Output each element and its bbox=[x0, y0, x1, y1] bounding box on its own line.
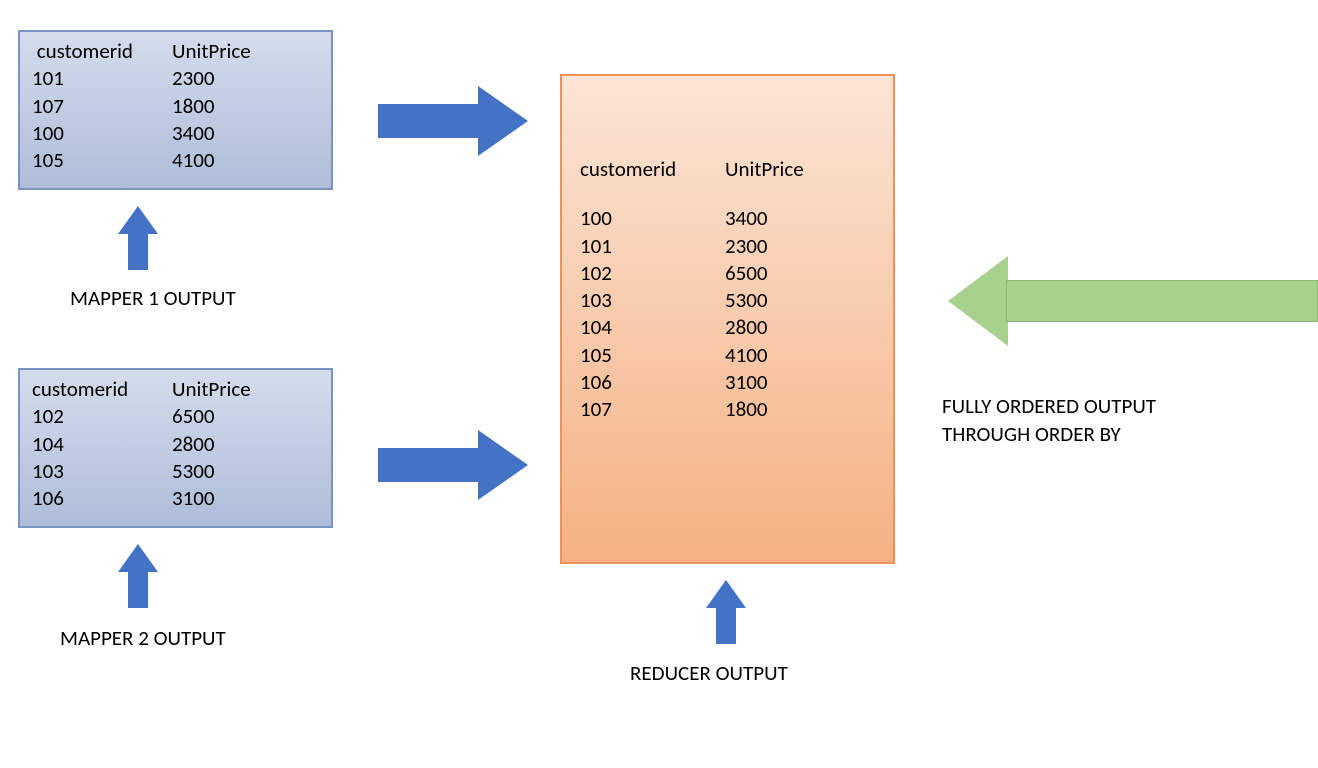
table-cell: 107 bbox=[32, 93, 172, 120]
table-cell: 5300 bbox=[172, 458, 272, 485]
table-cell: 103 bbox=[32, 458, 172, 485]
table-cell: 4100 bbox=[172, 147, 272, 174]
reducer-col1-header: customerid bbox=[580, 156, 725, 183]
mapper1-col2-header: UnitPrice bbox=[172, 38, 272, 65]
reducer-table: customerid UnitPrice 1003400 1012300 102… bbox=[580, 156, 875, 424]
table-cell: 101 bbox=[32, 65, 172, 92]
arrow-up-icon bbox=[706, 580, 746, 644]
table-cell: 6500 bbox=[725, 260, 825, 287]
annotation-text: FULLY ORDERED OUTPUT THROUGH ORDER BY bbox=[942, 392, 1156, 449]
table-cell: 1800 bbox=[172, 93, 272, 120]
table-cell: 3100 bbox=[725, 369, 825, 396]
arrow-up-icon bbox=[118, 544, 158, 608]
table-cell: 1800 bbox=[725, 396, 825, 423]
table-cell: 107 bbox=[580, 396, 725, 423]
annotation-line2: THROUGH ORDER BY bbox=[942, 420, 1156, 448]
table-cell: 104 bbox=[32, 431, 172, 458]
table-cell: 100 bbox=[580, 205, 725, 232]
table-cell: 3400 bbox=[725, 205, 825, 232]
mapper2-label: MAPPER 2 OUTPUT bbox=[60, 625, 226, 651]
table-cell: 5300 bbox=[725, 287, 825, 314]
table-cell: 102 bbox=[580, 260, 725, 287]
table-cell: 103 bbox=[580, 287, 725, 314]
table-cell: 2800 bbox=[172, 431, 272, 458]
mapper1-col1-header: customerid bbox=[32, 38, 172, 65]
table-cell: 2300 bbox=[725, 233, 825, 260]
table-cell: 2300 bbox=[172, 65, 272, 92]
table-cell: 102 bbox=[32, 403, 172, 430]
table-cell: 105 bbox=[580, 342, 725, 369]
arrow-up-icon bbox=[118, 206, 158, 270]
table-cell: 2800 bbox=[725, 314, 825, 341]
table-cell: 4100 bbox=[725, 342, 825, 369]
arrow-right-icon bbox=[378, 430, 528, 500]
reducer-label: REDUCER OUTPUT bbox=[630, 660, 788, 686]
arrow-left-icon bbox=[948, 256, 1318, 346]
table-cell: 105 bbox=[32, 147, 172, 174]
mapper2-box: customerid UnitPrice 1026500 1042800 103… bbox=[18, 368, 333, 528]
mapper1-box: customerid UnitPrice 1012300 1071800 100… bbox=[18, 30, 333, 190]
reducer-col2-header: UnitPrice bbox=[725, 156, 825, 183]
mapper2-col2-header: UnitPrice bbox=[172, 376, 272, 403]
table-cell: 100 bbox=[32, 120, 172, 147]
mapper2-table: customerid UnitPrice 1026500 1042800 103… bbox=[32, 376, 319, 512]
mapper1-table: customerid UnitPrice 1012300 1071800 100… bbox=[32, 38, 319, 174]
mapper2-col1-header: customerid bbox=[32, 376, 172, 403]
arrow-right-icon bbox=[378, 86, 528, 156]
table-cell: 6500 bbox=[172, 403, 272, 430]
table-cell: 104 bbox=[580, 314, 725, 341]
annotation-line1: FULLY ORDERED OUTPUT bbox=[942, 392, 1156, 420]
table-cell: 101 bbox=[580, 233, 725, 260]
table-cell: 3100 bbox=[172, 485, 272, 512]
reducer-box: customerid UnitPrice 1003400 1012300 102… bbox=[560, 74, 895, 564]
mapper1-label: MAPPER 1 OUTPUT bbox=[70, 285, 236, 311]
table-cell: 106 bbox=[32, 485, 172, 512]
table-cell: 106 bbox=[580, 369, 725, 396]
table-cell: 3400 bbox=[172, 120, 272, 147]
